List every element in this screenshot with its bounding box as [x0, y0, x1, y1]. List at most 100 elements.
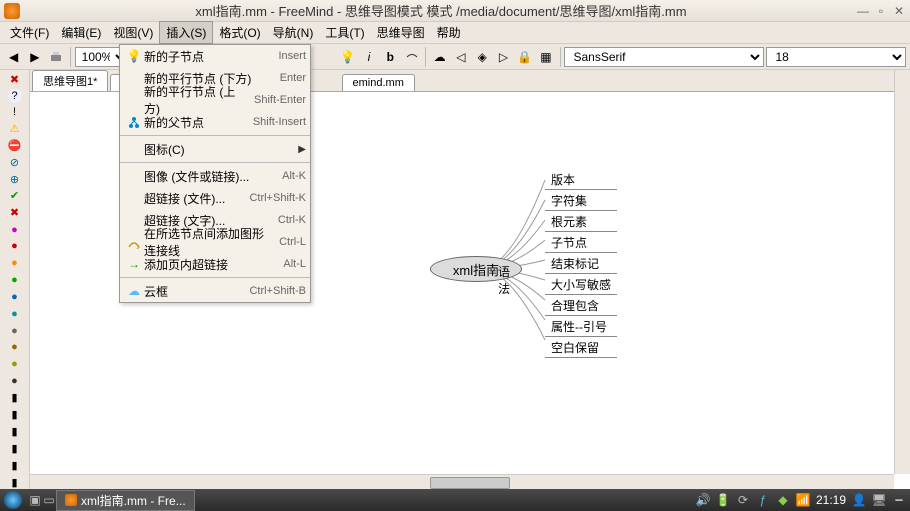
menu-navigate[interactable]: 导航(N): [267, 22, 320, 43]
font-select[interactable]: SansSerif: [564, 47, 764, 67]
battery-icon[interactable]: 🔋: [716, 493, 730, 507]
blue-dot-icon[interactable]: ●: [7, 289, 23, 305]
mindmap-leaf[interactable]: 空白保留: [545, 338, 617, 358]
insert-dropdown: 💡 新的子节点 Insert 新的平行节点 (下方) Enter 新的平行节点 …: [119, 44, 311, 303]
arrow-left-icon[interactable]: ◁: [451, 46, 470, 68]
mindmap-leaf[interactable]: 子节点: [545, 233, 617, 253]
green-dot-icon[interactable]: ●: [7, 272, 23, 288]
exclaim-icon[interactable]: !: [7, 104, 23, 120]
chevron-right-icon: ▶: [298, 144, 306, 155]
forward-button[interactable]: ▶: [25, 46, 44, 68]
menu-view[interactable]: 视图(V): [107, 22, 159, 43]
teal-dot-icon[interactable]: ●: [7, 306, 23, 322]
user-icon[interactable]: 👤: [852, 493, 866, 507]
menu-tools[interactable]: 工具(T): [319, 22, 370, 43]
menu-insert[interactable]: 插入(S): [159, 21, 213, 44]
flag-icon-3[interactable]: ▮: [7, 424, 23, 440]
mindmap-leaf[interactable]: 大小写敏感: [545, 275, 617, 295]
stop-icon[interactable]: ⛔: [7, 137, 23, 153]
mindmap-leaf[interactable]: 结束标记: [545, 254, 617, 274]
tab-mindmap1[interactable]: 思维导图1*: [32, 70, 108, 91]
grid-icon[interactable]: ▦: [536, 46, 555, 68]
scrollbar-vertical[interactable]: [894, 70, 910, 474]
menu-add-connector[interactable]: 在所选节点间添加图形连接线 Ctrl-L: [120, 231, 310, 253]
lightbulb-icon: 💡: [124, 49, 144, 63]
brown-dot-icon[interactable]: ●: [7, 340, 23, 356]
cloud-button[interactable]: ☁: [430, 46, 449, 68]
mindmap-leaf[interactable]: 合理包含: [545, 296, 617, 316]
flag-icon-5[interactable]: ▮: [7, 457, 23, 473]
plus-circle-icon[interactable]: ⊕: [7, 171, 23, 187]
taskbar-task[interactable]: xml指南.mm - Fre...: [56, 490, 195, 511]
scroll-thumb[interactable]: [430, 477, 510, 489]
red-dot-icon[interactable]: ●: [7, 238, 23, 254]
help-icon[interactable]: ?: [8, 89, 22, 103]
mindmap-branch[interactable]: 语法: [498, 263, 510, 297]
print-button[interactable]: [47, 46, 66, 68]
black-dot-icon[interactable]: ●: [7, 373, 23, 389]
minimize-button[interactable]: —: [856, 4, 870, 18]
app-icon: [4, 3, 20, 19]
italic-button[interactable]: i: [359, 46, 378, 68]
gray-dot-icon[interactable]: ●: [7, 323, 23, 339]
mindmap-leaf[interactable]: 根元素: [545, 212, 617, 232]
bold-button[interactable]: b: [381, 46, 400, 68]
flag-icon-4[interactable]: ▮: [7, 441, 23, 457]
cloud-icon: ☁: [124, 284, 144, 298]
close-button[interactable]: ✕: [892, 4, 906, 18]
maximize-button[interactable]: ▫: [874, 4, 888, 18]
menu-new-child-node[interactable]: 💡 新的子节点 Insert: [120, 45, 310, 67]
flag-icon-1[interactable]: ▮: [7, 390, 23, 406]
bird-icon[interactable]: ƒ: [756, 493, 770, 507]
window-titlebar: xml指南.mm - FreeMind - 思维导图模式 模式 /media/d…: [0, 0, 910, 22]
side-toolbar: ✖ ? ! ⚠ ⛔ ⊘ ⊕ ✔ ✖ ● ● ● ● ● ● ● ● ● ● ▮ …: [0, 70, 30, 490]
menu-new-parent-node[interactable]: 新的父节点 Shift-Insert: [120, 111, 310, 133]
monitor-icon[interactable]: 🖥: [872, 493, 886, 507]
no-entry-icon[interactable]: ⊘: [7, 154, 23, 170]
start-button[interactable]: [4, 491, 22, 509]
green-arrow-icon: →: [124, 257, 144, 271]
arrow-right-icon[interactable]: ▷: [494, 46, 513, 68]
menu-help[interactable]: 帮助: [431, 22, 467, 43]
lightbulb-icon[interactable]: 💡: [338, 46, 357, 68]
olive-dot-icon[interactable]: ●: [7, 356, 23, 372]
scrollbar-horizontal[interactable]: [30, 474, 894, 490]
wifi-icon[interactable]: 📶: [796, 493, 810, 507]
back-button[interactable]: ◀: [4, 46, 23, 68]
menu-add-local-link[interactable]: → 添加页内超链接 Alt-L: [120, 253, 310, 275]
menu-new-sibling-above[interactable]: 新的平行节点 (上方) Shift-Enter: [120, 89, 310, 111]
menu-icons-submenu[interactable]: 图标(C) ▶: [120, 138, 310, 160]
mindmap-leaf[interactable]: 字符集: [545, 191, 617, 211]
connector-icon: [124, 235, 144, 249]
menu-format[interactable]: 格式(O): [213, 22, 266, 43]
cross-icon[interactable]: ✖: [7, 205, 23, 221]
orange-dot-icon[interactable]: ●: [7, 255, 23, 271]
files-icon[interactable]: ▣: [28, 493, 42, 507]
mindmap-leaf[interactable]: 版本: [545, 170, 617, 190]
volume-icon[interactable]: 🔊: [696, 493, 710, 507]
sync-icon[interactable]: ⟳: [736, 493, 750, 507]
menu-image-link[interactable]: 图像 (文件或链接)... Alt-K: [120, 165, 310, 187]
check-icon[interactable]: ✔: [7, 188, 23, 204]
menu-cloud[interactable]: ☁ 云框 Ctrl+Shift-B: [120, 280, 310, 302]
window-title: xml指南.mm - FreeMind - 思维导图模式 模式 /media/d…: [26, 1, 856, 20]
target-icon[interactable]: ◈: [473, 46, 492, 68]
menu-mindmap[interactable]: 思维导图: [371, 22, 431, 43]
clock[interactable]: 21:19: [816, 493, 846, 507]
menu-edit[interactable]: 编辑(E): [55, 22, 107, 43]
shutdown-icon[interactable]: 🗕: [892, 493, 906, 507]
mindmap-leaf[interactable]: 属性--引号: [545, 317, 617, 337]
flag-icon-2[interactable]: ▮: [7, 407, 23, 423]
cube-icon[interactable]: ◆: [776, 493, 790, 507]
edge-button[interactable]: [402, 46, 421, 68]
font-size-select[interactable]: 18: [766, 47, 906, 67]
menu-hyperlink-file[interactable]: 超链接 (文件)... Ctrl+Shift-K: [120, 187, 310, 209]
tab-inner[interactable]: emind.mm: [342, 74, 415, 91]
warning-icon[interactable]: ⚠: [7, 121, 23, 137]
lock-icon[interactable]: 🔒: [515, 46, 534, 68]
menu-file[interactable]: 文件(F): [4, 22, 55, 43]
remove-icon[interactable]: ✖: [7, 72, 23, 88]
purple-dot-icon[interactable]: ●: [7, 222, 23, 238]
panel-icon[interactable]: ▭: [42, 493, 56, 507]
flag-icon-6[interactable]: ▮: [7, 474, 23, 490]
